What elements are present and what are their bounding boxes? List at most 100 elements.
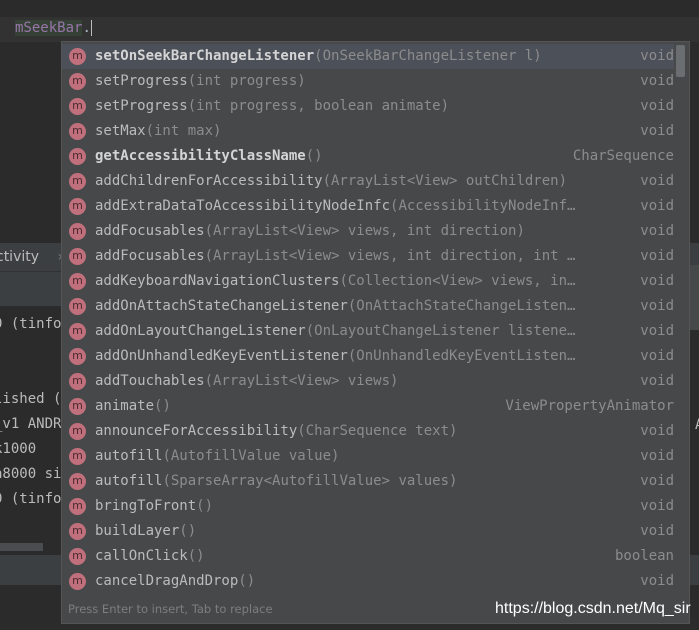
watermark: https://blog.csdn.net/Mq_sir	[495, 600, 691, 617]
method-name: addChildrenForAccessibility	[95, 173, 323, 189]
completion-item[interactable]: m addOnUnhandledKeyEventListener(OnUnhand…	[62, 344, 674, 369]
method-icon: m	[69, 273, 86, 290]
code-line[interactable]: mSeekBar.	[15, 20, 92, 36]
completion-hint: Press Enter to insert, Tab to replace	[68, 602, 273, 616]
method-params: (int progress)	[187, 73, 306, 89]
completion-item[interactable]: m addOnAttachStateChangeListener(OnAttach…	[62, 294, 674, 319]
return-type: void	[640, 423, 674, 439]
editor-top	[0, 0, 699, 17]
return-type: void	[640, 123, 674, 139]
completion-item[interactable]: m setOnSeekBarChangeListener(OnSeekBarCha…	[62, 44, 674, 69]
method-name: addOnAttachStateChangeListener	[95, 298, 348, 314]
completion-item[interactable]: m setProgress(int progress, boolean anima…	[62, 94, 674, 119]
method-signature: setProgress(int progress)	[95, 69, 306, 94]
method-name: callOnClick	[95, 548, 188, 564]
completion-item[interactable]: m setMax(int max) void	[62, 119, 674, 144]
method-signature: setProgress(int progress, boolean animat…	[95, 94, 449, 119]
return-type: void	[640, 523, 674, 539]
completion-item[interactable]: m animate() ViewPropertyAnimator	[62, 394, 674, 419]
method-icon: m	[69, 173, 86, 190]
method-name: addTouchables	[95, 373, 205, 389]
method-params: ()	[238, 573, 256, 589]
method-icon: m	[69, 73, 86, 90]
method-icon: m	[69, 498, 86, 515]
method-name: setProgress	[95, 98, 188, 114]
return-type: void	[640, 248, 674, 264]
method-signature: autofill(AutofillValue value)	[95, 444, 339, 469]
return-type: void	[640, 473, 674, 489]
method-name: bringToFront	[95, 498, 197, 514]
method-signature: setMax(int max)	[95, 119, 221, 144]
horizontal-scrollbar[interactable]	[0, 543, 43, 551]
completion-item[interactable]: m callOnClick() boolean	[62, 544, 674, 569]
method-icon: m	[69, 98, 86, 115]
method-name: getAccessibilityClassName	[95, 148, 306, 164]
completion-item[interactable]: m autofill(AutofillValue value) void	[62, 444, 674, 469]
method-signature: buildLayer()	[95, 519, 196, 544]
method-name: addKeyboardNavigationClusters	[95, 273, 340, 289]
log-line: 0 (tinfo	[0, 491, 62, 507]
code-dot: .	[82, 20, 91, 36]
method-signature: autofill(SparseArray<AutofillValue> valu…	[95, 469, 457, 494]
text-caret	[90, 20, 92, 36]
method-name: announceForAccessibility	[95, 423, 298, 439]
log-line: _v1 ANDR	[0, 416, 62, 432]
method-name: addOnLayoutChangeListener	[95, 323, 306, 339]
return-type: void	[640, 98, 674, 114]
completion-item[interactable]: m cancelDragAndDrop() void	[62, 569, 674, 594]
method-params: (ArrayList<View> views, int direction)	[204, 223, 525, 239]
method-icon: m	[69, 398, 86, 415]
method-icon: m	[69, 373, 86, 390]
method-params: (SparseArray<AutofillValue> values)	[162, 473, 458, 489]
method-icon: m	[69, 473, 86, 490]
method-params: (AccessibilityNodeInf…	[390, 198, 576, 214]
completion-item[interactable]: m addKeyboardNavigationClusters(Collectio…	[62, 269, 674, 294]
completion-item[interactable]: m addExtraDataToAccessibilityNodeInfc(Acc…	[62, 194, 674, 219]
method-icon: m	[69, 448, 86, 465]
method-icon: m	[69, 123, 86, 140]
log-line: a8000 si	[0, 466, 62, 482]
return-type: void	[640, 323, 674, 339]
method-params: (CharSequence text)	[297, 423, 458, 439]
return-type: void	[640, 48, 674, 64]
method-signature: callOnClick()	[95, 544, 205, 569]
completion-item[interactable]: m addFocusables(ArrayList<View> views, in…	[62, 244, 674, 269]
breadcrumb-item[interactable]: ctivity	[0, 249, 39, 265]
completion-item[interactable]: m setProgress(int progress) void	[62, 69, 674, 94]
return-type: void	[640, 373, 674, 389]
method-icon: m	[69, 348, 86, 365]
return-type: void	[640, 73, 674, 89]
completion-item[interactable]: m addOnLayoutChangeListener(OnLayoutChang…	[62, 319, 674, 344]
completion-scrollbar[interactable]	[676, 45, 685, 77]
method-signature: addExtraDataToAccessibilityNodeInfc(Acce…	[95, 194, 575, 219]
log-line: 0 (tinfo	[0, 316, 62, 332]
method-signature: addTouchables(ArrayList<View> views)	[95, 369, 398, 394]
method-signature: addFocusables(ArrayList<View> views, int…	[95, 244, 575, 269]
method-name: autofill	[95, 448, 163, 464]
method-params: (OnUnhandledKeyEventListen…	[347, 348, 576, 364]
completion-item[interactable]: m addChildrenForAccessibility(ArrayList<V…	[62, 169, 674, 194]
method-params: ()	[187, 548, 205, 564]
method-signature: cancelDragAndDrop()	[95, 569, 255, 594]
method-signature: announceForAccessibility(CharSequence te…	[95, 419, 457, 444]
method-params: (ArrayList<View> views, int direction, i…	[204, 248, 576, 264]
method-icon: m	[69, 148, 86, 165]
method-icon: m	[69, 298, 86, 315]
completion-item[interactable]: m addTouchables(ArrayList<View> views) voi…	[62, 369, 674, 394]
side-text: A	[695, 417, 699, 433]
completion-item[interactable]: m addFocusables(ArrayList<View> views, in…	[62, 219, 674, 244]
method-signature: addFocusables(ArrayList<View> views, int…	[95, 219, 525, 244]
completion-popup[interactable]: m setOnSeekBarChangeListener(OnSeekBarCha…	[61, 41, 690, 624]
method-params: (int progress, boolean animate)	[187, 98, 450, 114]
completion-item[interactable]: m buildLayer() void	[62, 519, 674, 544]
completion-item[interactable]: m autofill(SparseArray<AutofillValue> val…	[62, 469, 674, 494]
method-icon: m	[69, 423, 86, 440]
method-params: (AutofillValue value)	[162, 448, 340, 464]
method-signature: animate()	[95, 394, 171, 419]
completion-item[interactable]: m bringToFront() void	[62, 494, 674, 519]
completion-item[interactable]: m getAccessibilityClassName() CharSequence	[62, 144, 674, 169]
method-params: (OnSeekBarChangeListener l)	[314, 48, 542, 64]
completion-item[interactable]: m announceForAccessibility(CharSequence t…	[62, 419, 674, 444]
method-signature: bringToFront()	[95, 494, 213, 519]
method-params: (OnLayoutChangeListener listene…	[305, 323, 576, 339]
